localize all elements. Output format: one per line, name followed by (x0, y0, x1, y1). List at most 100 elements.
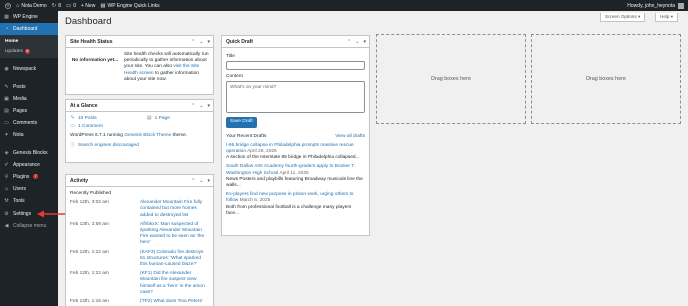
sidebar-item-newspack[interactable]: ◉ Newspack (0, 63, 58, 75)
sidebar-item-genesis-blocks[interactable]: ◈ Genesis Blocks (0, 147, 58, 159)
view-all-drafts-link[interactable]: View all drafts (335, 134, 365, 140)
admin-bar: W ⌂ Nota Demo ↻ 8 ▭ 0 + New ▦ WP Engine … (0, 0, 688, 11)
sidebar-item-posts[interactable]: ✎ Posts (0, 81, 58, 93)
genesis-icon: ◈ (4, 149, 9, 156)
toggle-panel-icon[interactable]: ▾ (207, 103, 210, 109)
move-down-icon[interactable]: ⌄ (199, 103, 203, 109)
sidebar-item-label: WP Engine (13, 14, 38, 21)
theme-link[interactable]: Genesis Block Theme (124, 133, 171, 138)
sidebar-item-tools[interactable]: ⚒ Tools (0, 195, 58, 207)
sidebar-item-comments[interactable]: ▭ Comments (0, 117, 58, 129)
updates-link[interactable]: ↻ 8 (52, 3, 61, 9)
glance-pages-link: 1 Page (154, 116, 170, 121)
move-down-icon[interactable]: ⌄ (199, 178, 203, 184)
comments-link[interactable]: ▭ 0 (66, 3, 76, 9)
title-label: Title (226, 54, 235, 59)
widget-header: Activity ⌃ ⌄ ▾ (66, 175, 213, 187)
collapse-menu-button[interactable]: ◀ Collapse menu (0, 220, 58, 232)
sidebar-item-media[interactable]: ▣ Media (0, 93, 58, 105)
recent-drafts-heading: Your Recent Drafts (226, 133, 267, 139)
sidebar-item-dashboard[interactable]: ◔ Dashboard (0, 23, 58, 36)
activity-title-link[interactable]: (TP2) What does Tina Peters' (140, 299, 209, 305)
move-up-icon[interactable]: ⌃ (191, 178, 195, 184)
toggle-panel-icon[interactable]: ▾ (363, 39, 366, 45)
submenu-item-updates[interactable]: Updates 8 (0, 46, 58, 56)
draft-title-input[interactable] (226, 61, 365, 71)
site-name-link[interactable]: ⌂ Nota Demo (16, 3, 47, 9)
new-label: + New (81, 2, 96, 9)
sidebar-item-nota[interactable]: ✦ Nota (0, 129, 58, 141)
move-up-icon[interactable]: ⌃ (191, 103, 195, 109)
site-health-widget: Site Health Status ⌃ ⌄ ▾ No information … (65, 35, 214, 95)
glance-posts-link: 10 Posts (78, 116, 97, 121)
at-a-glance-widget: At a Glance ⌃ ⌄ ▾ ✎ 10 Posts ▤ 1 Page ▭ … (65, 99, 214, 163)
glance-posts[interactable]: ✎ 10 Posts (70, 116, 97, 122)
move-up-icon[interactable]: ⌃ (191, 39, 195, 45)
draft-excerpt: Both from professional football is a cha… (226, 204, 352, 216)
sidebar-item-label: Settings (13, 210, 32, 217)
activity-title-link[interactable]: Alexander Mountain Fire fully contained … (140, 200, 209, 219)
save-draft-button[interactable]: Save Draft (226, 117, 257, 128)
glance-row: ✎ 10 Posts ▤ 1 Page (70, 116, 209, 122)
drag-boxes-label: Drag boxes here (586, 76, 626, 82)
sidebar-item-label: Newspack (13, 66, 37, 73)
list-item: I-95 bridge collapse in Philadelphia pro… (226, 143, 365, 162)
search-discouraged-link: Search engines discouraged (78, 142, 139, 148)
sidebar-item-pages[interactable]: ▤ Pages (0, 105, 58, 117)
pages-icon: ▤ (146, 116, 152, 121)
sidebar-item-label: Plugins (13, 173, 30, 180)
widget-body: Recently Published Feb 12th, 3:02 am Ale… (66, 187, 213, 306)
glance-pages[interactable]: ▤ 1 Page (147, 116, 170, 122)
list-item: Feb 12th, 1:16 am (TP2) What does Tina P… (70, 299, 209, 305)
glance-comments[interactable]: ▭ 1 Comment (70, 124, 103, 130)
draft-title-link[interactable]: I-95 bridge collapse in Philadelphia pro… (226, 143, 354, 154)
appearance-icon: ✐ (4, 161, 9, 168)
glance-running: WordPress 6.7.1 running Genesis Block Th… (70, 133, 209, 139)
help-button[interactable]: Help ▾ (655, 13, 679, 22)
screen-options-button[interactable]: Screen Options ▾ (600, 13, 646, 22)
sidebar-item-label: Nota (13, 132, 24, 139)
updates-icon: ↻ (51, 2, 57, 9)
draft-date: April 28, 2025 (247, 149, 277, 155)
move-down-icon[interactable]: ⌄ (355, 39, 359, 45)
submenu-item-home[interactable]: Home (0, 36, 58, 46)
toggle-panel-icon[interactable]: ▾ (207, 178, 210, 184)
activity-title-link[interactable]: AfhbkxX: Man suspected of sparking Alexa… (140, 222, 209, 247)
widget-body: No information yet... Site health checks… (66, 48, 213, 87)
widget-controls: ⌃ ⌄ ▾ (191, 103, 213, 109)
sidebar-item-label: Comments (13, 120, 38, 127)
list-item: Feb 12th, 1:22 am (KAF3) Colorado fire d… (70, 250, 209, 269)
sidebar-item-plugins[interactable]: ⚲ Plugins 7 (0, 171, 58, 183)
move-up-icon[interactable]: ⌃ (347, 39, 351, 45)
avatar (678, 2, 684, 9)
sidebar-item-appearance[interactable]: ✐ Appearance (0, 159, 58, 171)
wordpress-logo-icon[interactable]: W (5, 2, 11, 9)
drag-boxes-zone[interactable]: Drag boxes here (531, 34, 681, 124)
sidebar-item-wp-engine[interactable]: ▦ WP Engine (0, 11, 58, 23)
draft-date: April 11, 2025 (279, 170, 309, 176)
running-text: WordPress 6.7.1 running (70, 133, 125, 139)
activity-title-link[interactable]: (KF1) Did the Alexander Mountain fire su… (140, 271, 209, 296)
wpengine-icon: ▦ (100, 2, 106, 9)
toggle-panel-icon[interactable]: ▾ (207, 39, 210, 45)
widget-body: ✎ 10 Posts ▤ 1 Page ▭ 1 Comment WordPres… (66, 112, 213, 153)
glance-comments-link: 1 Comment (78, 124, 103, 130)
draft-date: March 6, 2025 (239, 198, 271, 204)
activity-date: Feb 12th, 1:22 am (70, 271, 109, 277)
widget-title: At a Glance (70, 102, 98, 109)
content-label: Content (226, 74, 243, 80)
user-menu[interactable]: Howdy, john_heynota (627, 2, 684, 9)
activity-title-link[interactable]: (KAF3) Colorado fire destroys 61 structu… (140, 250, 209, 269)
move-down-icon[interactable]: ⌄ (199, 39, 203, 45)
quick-links-link[interactable]: ▦ WP Engine Quick Links (100, 3, 159, 9)
draft-content-textarea[interactable]: What's on your mind? (226, 81, 365, 114)
activity-date: Feb 12th, 1:22 am (70, 249, 109, 255)
draft-excerpt: News Posters and playbills featuring Bro… (226, 176, 363, 189)
updates-count: 8 (58, 2, 62, 9)
sidebar-item-users[interactable]: ☺ Users (0, 183, 58, 195)
drag-boxes-zone[interactable]: Drag boxes here (376, 34, 526, 124)
pages-icon: ▤ (4, 108, 9, 115)
new-content-link[interactable]: + New (81, 3, 95, 9)
sidebar-item-label: Pages (13, 108, 28, 115)
search-engines-discouraged[interactable]: ⓘ Search engines discouraged (70, 143, 209, 149)
